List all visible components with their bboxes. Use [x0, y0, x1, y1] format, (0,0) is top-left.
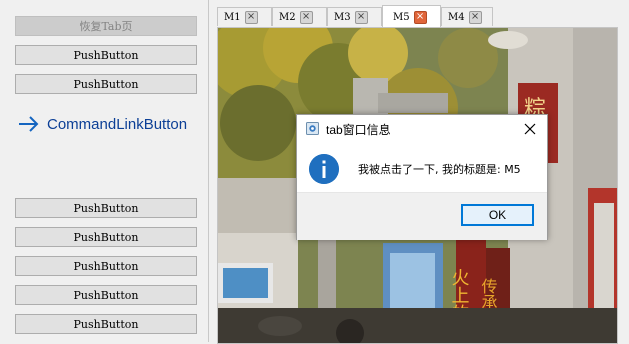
tab-m5[interactable]: M5 × [382, 5, 441, 28]
push-button-1[interactable]: PushButton [15, 45, 197, 65]
tab-label: M3 [334, 11, 351, 23]
command-link-label: CommandLinkButton [47, 115, 188, 133]
push-button-7[interactable]: PushButton [15, 314, 197, 334]
push-button-5[interactable]: PushButton [15, 256, 197, 276]
tab-m3[interactable]: M3 × [327, 7, 382, 26]
tab-label: M5 [393, 11, 410, 23]
tab-label: M4 [448, 11, 465, 23]
dialog-title: tab窗口信息 [326, 123, 391, 137]
tab-label: M1 [224, 11, 241, 23]
close-icon[interactable]: × [244, 10, 258, 24]
close-icon[interactable]: × [468, 10, 482, 24]
dialog-titlebar[interactable]: tab窗口信息 [297, 115, 547, 143]
tab-m4[interactable]: M4 × [441, 7, 493, 26]
dialog-body: 我被点击了一下, 我的标题是: M5 [297, 143, 547, 191]
close-icon[interactable]: × [354, 10, 368, 24]
tab-m2[interactable]: M2 × [272, 7, 327, 26]
ok-button[interactable]: OK [461, 204, 534, 226]
close-icon[interactable]: × [299, 10, 313, 24]
app-icon [306, 122, 319, 135]
message-dialog: tab窗口信息 我被点击了一下, 我的标题是: M5 OK [296, 114, 548, 240]
close-icon[interactable]: × [413, 10, 427, 24]
push-button-4[interactable]: PushButton [15, 227, 197, 247]
dialog-message: 我被点击了一下, 我的标题是: M5 [358, 163, 521, 176]
vertical-sign-text-2: 传承 [479, 278, 498, 310]
push-button-6[interactable]: PushButton [15, 285, 197, 305]
tab-label: M2 [279, 11, 296, 23]
information-icon [309, 154, 339, 184]
tab-bar: M1 × M2 × M3 × M5 × M4 × [217, 5, 629, 28]
arrow-right-icon [19, 116, 39, 132]
left-panel: 恢复Tab页 PushButton PushButton CommandLink… [0, 0, 209, 342]
push-button-3[interactable]: PushButton [15, 198, 197, 218]
close-icon[interactable] [519, 118, 541, 140]
dialog-footer: OK [297, 192, 547, 240]
tab-m1[interactable]: M1 × [217, 7, 272, 26]
command-link-button[interactable]: CommandLinkButton [18, 110, 203, 138]
restore-tab-button[interactable]: 恢复Tab页 [15, 16, 197, 36]
push-button-2[interactable]: PushButton [15, 74, 197, 94]
